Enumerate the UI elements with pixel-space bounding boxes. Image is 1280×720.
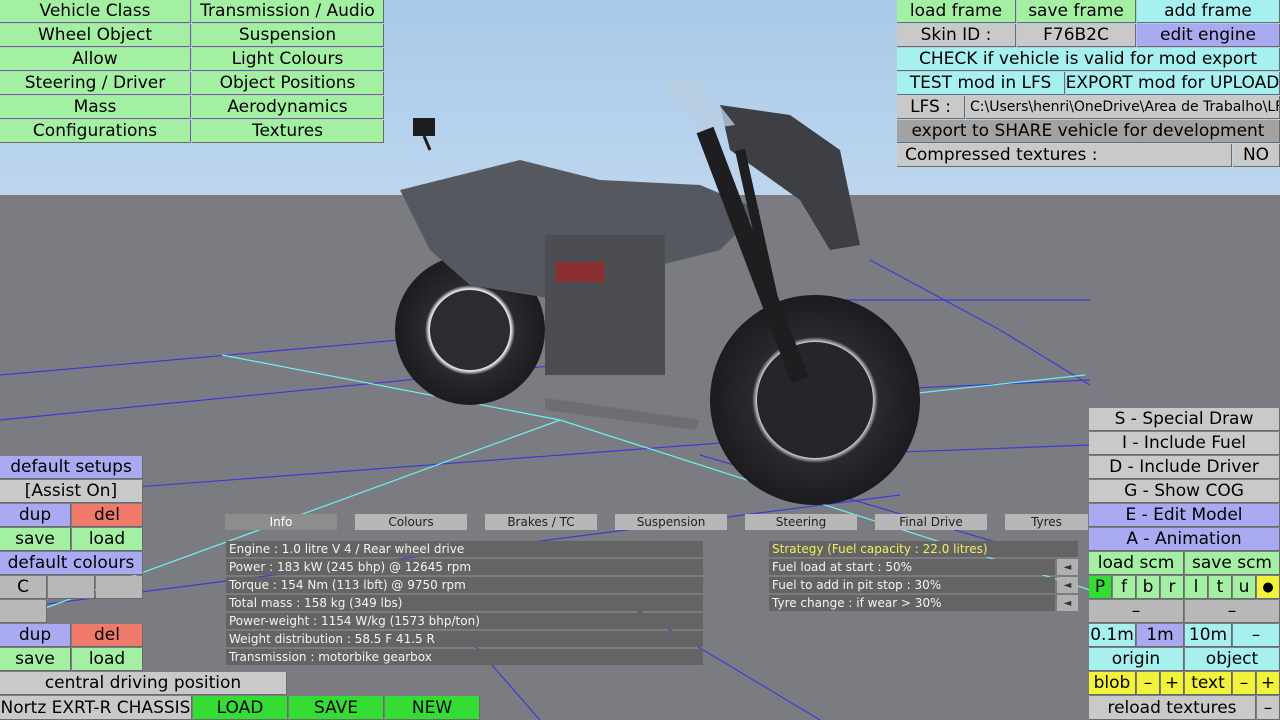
colour-slot-c[interactable]: C: [0, 576, 47, 599]
check-valid-button[interactable]: CHECK if vehicle is valid for mod export: [897, 48, 1280, 71]
load-setup-button[interactable]: load: [72, 528, 143, 551]
tab-brakes-tc[interactable]: Brakes / TC: [485, 514, 597, 530]
save-setup-button[interactable]: save: [0, 528, 71, 551]
info-row-power: Power : 183 kW (245 bhp) @ 12645 rpm: [226, 559, 703, 575]
menu-configurations[interactable]: Configurations: [0, 120, 191, 143]
compressed-textures-label: Compressed textures :: [897, 144, 1232, 167]
save-colour-button[interactable]: save: [0, 648, 71, 671]
reload-textures-button[interactable]: reload textures: [1089, 696, 1256, 720]
tyre-change-decrease-button[interactable]: ◄: [1057, 595, 1078, 611]
export-share-button[interactable]: export to SHARE vehicle for development: [897, 120, 1280, 143]
step-10m-button[interactable]: 10m: [1185, 624, 1232, 647]
menu-suspension[interactable]: Suspension: [192, 24, 384, 47]
tab-tyres[interactable]: Tyres: [1005, 514, 1088, 530]
strategy-fuel-pit: Fuel to add in pit stop : 30%: [769, 577, 1055, 593]
info-row-transmission: Transmission : motorbike gearbox: [226, 649, 703, 665]
text-decrease-button[interactable]: –: [1233, 672, 1256, 695]
lfs-path-field[interactable]: C:\Users\henri\OneDrive\Area de Trabalho…: [966, 96, 1280, 119]
animation-button[interactable]: A - Animation: [1089, 528, 1280, 551]
blob-decrease-button[interactable]: –: [1137, 672, 1160, 695]
menu-mass[interactable]: Mass: [0, 96, 191, 119]
colour-slot-2[interactable]: [48, 576, 95, 599]
mode-dot-button[interactable]: ●: [1257, 576, 1280, 599]
test-mod-button[interactable]: TEST mod in LFS: [897, 72, 1065, 95]
mode-p-button[interactable]: P: [1089, 576, 1112, 599]
dash-right-field[interactable]: –: [1185, 600, 1280, 623]
load-frame-button[interactable]: load frame: [897, 0, 1016, 23]
mode-f-button[interactable]: f: [1113, 576, 1136, 599]
export-mod-button[interactable]: EXPORT mod for UPLOAD: [1066, 72, 1280, 95]
strategy-tyre-change: Tyre change : if wear > 30%: [769, 595, 1055, 611]
save-scm-button[interactable]: save scm: [1185, 552, 1280, 575]
tab-suspension[interactable]: Suspension: [615, 514, 727, 530]
chassis-name: Nortz EXRT-R CHASSIS: [0, 696, 192, 720]
menu-allow[interactable]: Allow: [0, 48, 191, 71]
mode-u-button[interactable]: u: [1233, 576, 1256, 599]
include-driver-toggle[interactable]: D - Include Driver: [1089, 456, 1280, 479]
default-setups-button[interactable]: default setups: [0, 456, 143, 479]
add-frame-button[interactable]: add frame: [1137, 0, 1280, 23]
reload-minus-button[interactable]: –: [1257, 696, 1280, 720]
dup-setup-button[interactable]: dup: [0, 504, 71, 527]
save-vehicle-button[interactable]: SAVE: [289, 696, 384, 720]
lfs-path-label: LFS :: [897, 96, 965, 119]
blob-increase-button[interactable]: +: [1161, 672, 1184, 695]
blob-label: blob: [1089, 672, 1136, 695]
default-colours-button[interactable]: default colours: [0, 552, 143, 575]
show-cog-toggle[interactable]: G - Show COG: [1089, 480, 1280, 503]
edit-engine-button[interactable]: edit engine: [1137, 24, 1280, 47]
strategy-title: Strategy (Fuel capacity : 22.0 litres): [769, 541, 1078, 557]
del-colour-button[interactable]: del: [72, 624, 143, 647]
info-row-torque: Torque : 154 Nm (113 lbft) @ 9750 rpm: [226, 577, 703, 593]
origin-button[interactable]: origin: [1089, 648, 1184, 671]
menu-steering-driver[interactable]: Steering / Driver: [0, 72, 191, 95]
save-frame-button[interactable]: save frame: [1017, 0, 1136, 23]
dash-left-field[interactable]: –: [1089, 600, 1184, 623]
menu-vehicle-class[interactable]: Vehicle Class: [0, 0, 191, 23]
special-draw-toggle[interactable]: S - Special Draw: [1089, 408, 1280, 431]
load-colour-button[interactable]: load: [72, 648, 143, 671]
edit-model-button[interactable]: E - Edit Model: [1089, 504, 1280, 527]
tab-info[interactable]: Info: [225, 514, 337, 530]
text-label: text: [1185, 672, 1232, 695]
menu-wheel-object[interactable]: Wheel Object: [0, 24, 191, 47]
mode-b-button[interactable]: b: [1137, 576, 1160, 599]
info-row-mass: Total mass : 158 kg (349 lbs): [226, 595, 703, 611]
step-0-1m-button[interactable]: 0.1m: [1089, 624, 1136, 647]
menu-object-positions[interactable]: Object Positions: [192, 72, 384, 95]
step-dash-button[interactable]: –: [1233, 624, 1280, 647]
info-row-weight-distribution: Weight distribution : 58.5 F 41.5 R: [226, 631, 703, 647]
dup-colour-button[interactable]: dup: [0, 624, 71, 647]
fuel-pit-decrease-button[interactable]: ◄: [1057, 577, 1078, 593]
info-row-power-weight: Power-weight : 1154 W/kg (1573 bhp/ton): [226, 613, 703, 629]
new-vehicle-button[interactable]: NEW: [385, 696, 480, 720]
skin-id-label: Skin ID :: [897, 24, 1016, 47]
tab-colours[interactable]: Colours: [355, 514, 467, 530]
skin-id-value[interactable]: F76B2C: [1017, 24, 1136, 47]
mode-t-button[interactable]: t: [1209, 576, 1232, 599]
mode-r-button[interactable]: r: [1161, 576, 1184, 599]
colour-slot-4[interactable]: [0, 600, 47, 623]
del-setup-button[interactable]: del: [72, 504, 143, 527]
load-vehicle-button[interactable]: LOAD: [193, 696, 288, 720]
central-driving-button[interactable]: central driving position: [0, 672, 287, 695]
step-1m-button[interactable]: 1m: [1137, 624, 1184, 647]
colour-slot-3[interactable]: [96, 576, 143, 599]
strategy-fuel-start: Fuel load at start : 50%: [769, 559, 1055, 575]
compressed-textures-toggle[interactable]: NO: [1233, 144, 1280, 167]
assist-toggle[interactable]: [Assist On]: [0, 480, 143, 503]
menu-textures[interactable]: Textures: [192, 120, 384, 143]
menu-transmission-audio[interactable]: Transmission / Audio: [192, 0, 384, 23]
mode-l-button[interactable]: l: [1185, 576, 1208, 599]
menu-light-colours[interactable]: Light Colours: [192, 48, 384, 71]
tab-steering[interactable]: Steering: [745, 514, 857, 530]
menu-aerodynamics[interactable]: Aerodynamics: [192, 96, 384, 119]
fuel-start-decrease-button[interactable]: ◄: [1057, 559, 1078, 575]
info-row-engine: Engine : 1.0 litre V 4 / Rear wheel driv…: [226, 541, 703, 557]
load-scm-button[interactable]: load scm: [1089, 552, 1184, 575]
include-fuel-toggle[interactable]: I - Include Fuel: [1089, 432, 1280, 455]
tab-final-drive[interactable]: Final Drive: [875, 514, 987, 530]
text-increase-button[interactable]: +: [1257, 672, 1280, 695]
object-button[interactable]: object: [1185, 648, 1280, 671]
